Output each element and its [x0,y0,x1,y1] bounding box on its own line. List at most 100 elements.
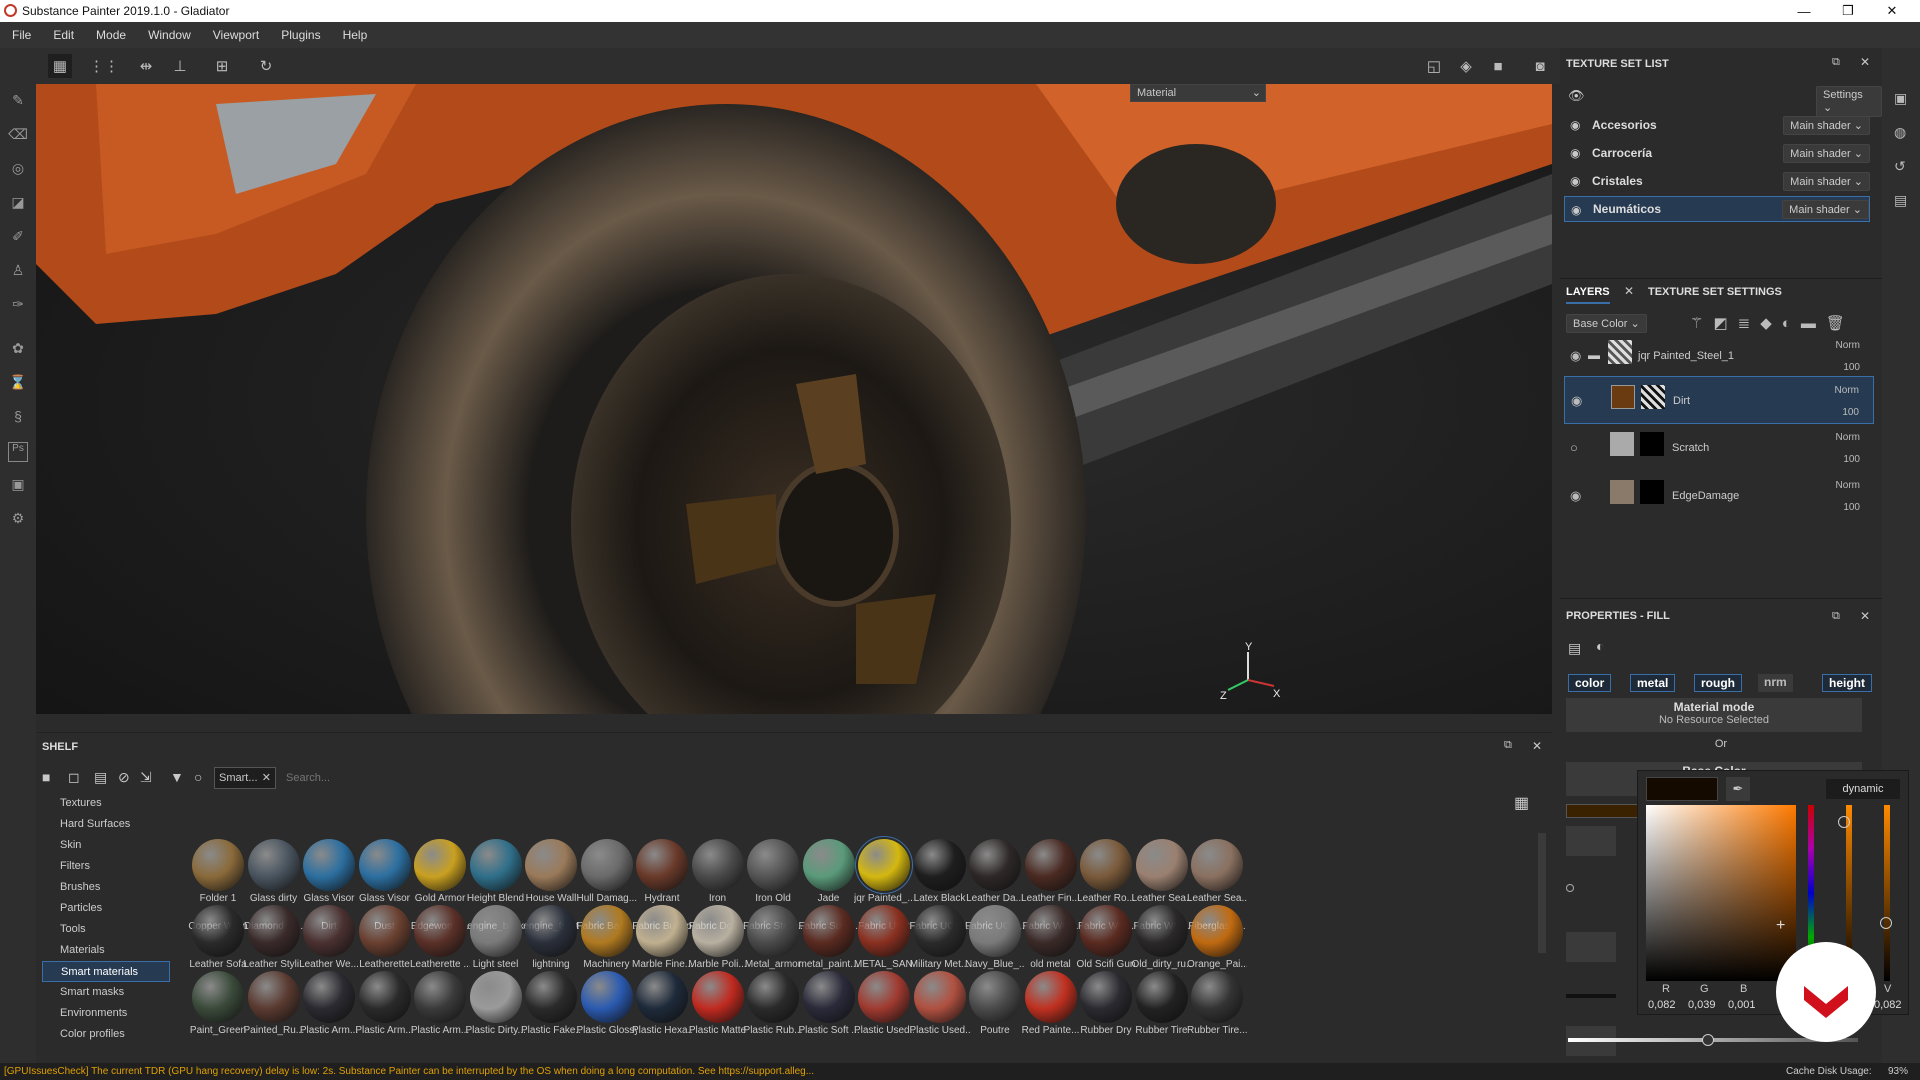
material-ball[interactable] [247,839,300,891]
layer-opacity[interactable]: 100 [1842,407,1859,418]
material-ball[interactable] [691,905,744,957]
material-ball[interactable] [969,839,1021,891]
channel-dropdown[interactable]: Base Color ⌄ [1566,314,1647,333]
projection-icon[interactable]: ◎ [8,160,28,180]
material-mode-box[interactable]: Material mode No Resource Selected [1566,698,1862,732]
material-ball[interactable] [913,839,966,891]
eye-icon[interactable]: ◉ [1570,488,1581,504]
minimize-button[interactable]: — [1782,0,1826,22]
texture-set-row[interactable]: ◉ Carrocería Main shader ⌄ [1564,140,1870,166]
material-ball[interactable] [580,971,633,1023]
grid-select-icon[interactable]: ▦ [48,54,72,78]
material-ball[interactable] [469,839,522,891]
category-environments[interactable]: Environments [42,1003,170,1024]
material-ball[interactable] [802,971,855,1023]
material-ball[interactable] [913,971,966,1023]
material-ball[interactable] [358,971,411,1023]
blend-mode[interactable]: Norm [1836,480,1860,491]
menu-help[interactable]: Help [343,28,368,42]
magic-wand-icon[interactable]: ⚚ [1690,315,1713,332]
grid-view-icon[interactable]: ▦ [1514,793,1529,813]
texture-set-row[interactable]: ◉ Cristales Main shader ⌄ [1564,168,1870,194]
material-ball[interactable] [469,971,522,1023]
eye-icon[interactable]: ◉ [1570,348,1581,364]
picker-mode[interactable]: dynamic [1826,779,1900,799]
paint-brush-icon[interactable]: ✎ [8,92,28,112]
material-icon[interactable]: ◐ [1596,638,1604,654]
close-panel-icon[interactable]: ✕ [1532,739,1542,753]
layer-row[interactable]: ◉ ▬ jqr Painted_Steel_1 Norm 100 [1564,332,1874,380]
export-icon[interactable]: ▣ [8,476,28,496]
trash-icon[interactable]: 🗑 [1826,315,1855,332]
symmetry-icon[interactable]: ⇹ [134,54,158,78]
shader-dropdown[interactable]: Main shader ⌄ [1783,115,1870,135]
log-icon[interactable]: ▤ [1894,192,1907,209]
close-panel-icon[interactable]: ✕ [1860,609,1870,623]
filter-icon[interactable]: ▼ [170,769,184,785]
shelf-search-input[interactable] [280,767,1510,789]
effect-icon[interactable]: ◐ [1782,315,1801,332]
picker-icon[interactable]: ✑ [8,296,28,316]
material-ball[interactable] [303,971,355,1023]
float-panel-icon[interactable]: ⧉ [1832,56,1840,69]
material-ball[interactable] [1080,839,1132,891]
texture-set-icon[interactable]: ▣ [1894,90,1907,107]
float-panel-icon[interactable]: ⧉ [1504,739,1512,752]
material-ball[interactable] [691,839,744,891]
shader-dropdown[interactable]: Main shader ⌄ [1782,199,1869,219]
saturation-value-field[interactable]: + [1646,805,1796,981]
maximize-button[interactable]: ❒ [1826,0,1870,22]
remove-filter-icon[interactable]: ✕ [262,768,271,788]
material-ball[interactable] [192,839,244,891]
history-icon[interactable]: ↻ [254,54,278,78]
blend-mode[interactable]: Norm [1836,340,1860,351]
blend-mode[interactable]: Norm [1835,385,1859,396]
material-ball[interactable] [525,971,577,1023]
material-ball[interactable] [802,839,855,891]
split-icon[interactable]: ⊥ [168,54,192,78]
material-ball[interactable] [691,971,744,1023]
material-ball[interactable] [525,905,577,957]
new-item-icon[interactable]: ◻ [68,769,80,786]
add-folder-icon[interactable]: ▬ [1801,315,1826,332]
shader-dropdown[interactable]: Main shader ⌄ [1783,171,1870,191]
value-slider[interactable] [1884,805,1890,981]
add-icon[interactable]: ⊞ [210,54,234,78]
material-ball[interactable] [1135,905,1188,957]
settings-icon[interactable]: ✿ [8,340,28,360]
database-icon[interactable]: ▤ [94,769,107,786]
category-skin[interactable]: Skin [42,835,170,856]
fill-layer-icon[interactable]: ◆ [1760,315,1782,332]
channel-toggle-metal[interactable]: metal [1630,674,1676,692]
close-panel-icon[interactable]: ✕ [1860,55,1870,69]
material-ball[interactable] [303,905,355,957]
shelf-scrollbar[interactable] [1538,833,1546,953]
eye-hidden-icon[interactable]: ○ [1570,440,1578,455]
category-tools[interactable]: Tools [42,919,170,940]
layer-row[interactable]: ◉ EdgeDamage Norm 100 [1564,472,1874,520]
import-icon[interactable]: ⇲ [140,769,152,786]
view-2d-icon[interactable]: ◱ [1422,54,1446,78]
material-ball[interactable] [1191,839,1243,891]
material-ball[interactable] [525,839,577,891]
menu-mode[interactable]: Mode [96,28,126,42]
material-ball[interactable] [1191,905,1243,957]
blend-mode[interactable]: Norm [1836,432,1860,443]
menu-window[interactable]: Window [148,28,191,42]
v-value[interactable]: 0,082 [1874,999,1902,1011]
menu-plugins[interactable]: Plugins [281,28,320,42]
slider-handle[interactable] [1838,816,1850,828]
screenshot-icon[interactable]: ◙ [1528,54,1552,78]
eraser-icon[interactable]: ⌫ [8,126,28,146]
category-materials[interactable]: Materials [42,940,170,961]
material-ball[interactable] [913,905,966,957]
material-ball[interactable] [1080,971,1132,1023]
add-mask-icon[interactable]: ◩ [1713,315,1737,332]
channel-toggle-color[interactable]: color [1568,674,1612,692]
category-brushes[interactable]: Brushes [42,877,170,898]
eye-icon[interactable]: ◉ [1571,393,1582,409]
slider-handle[interactable] [1566,884,1574,892]
hide-icon[interactable]: ⊘ [118,769,130,786]
material-ball[interactable] [192,905,244,957]
material-ball[interactable] [1135,971,1188,1023]
